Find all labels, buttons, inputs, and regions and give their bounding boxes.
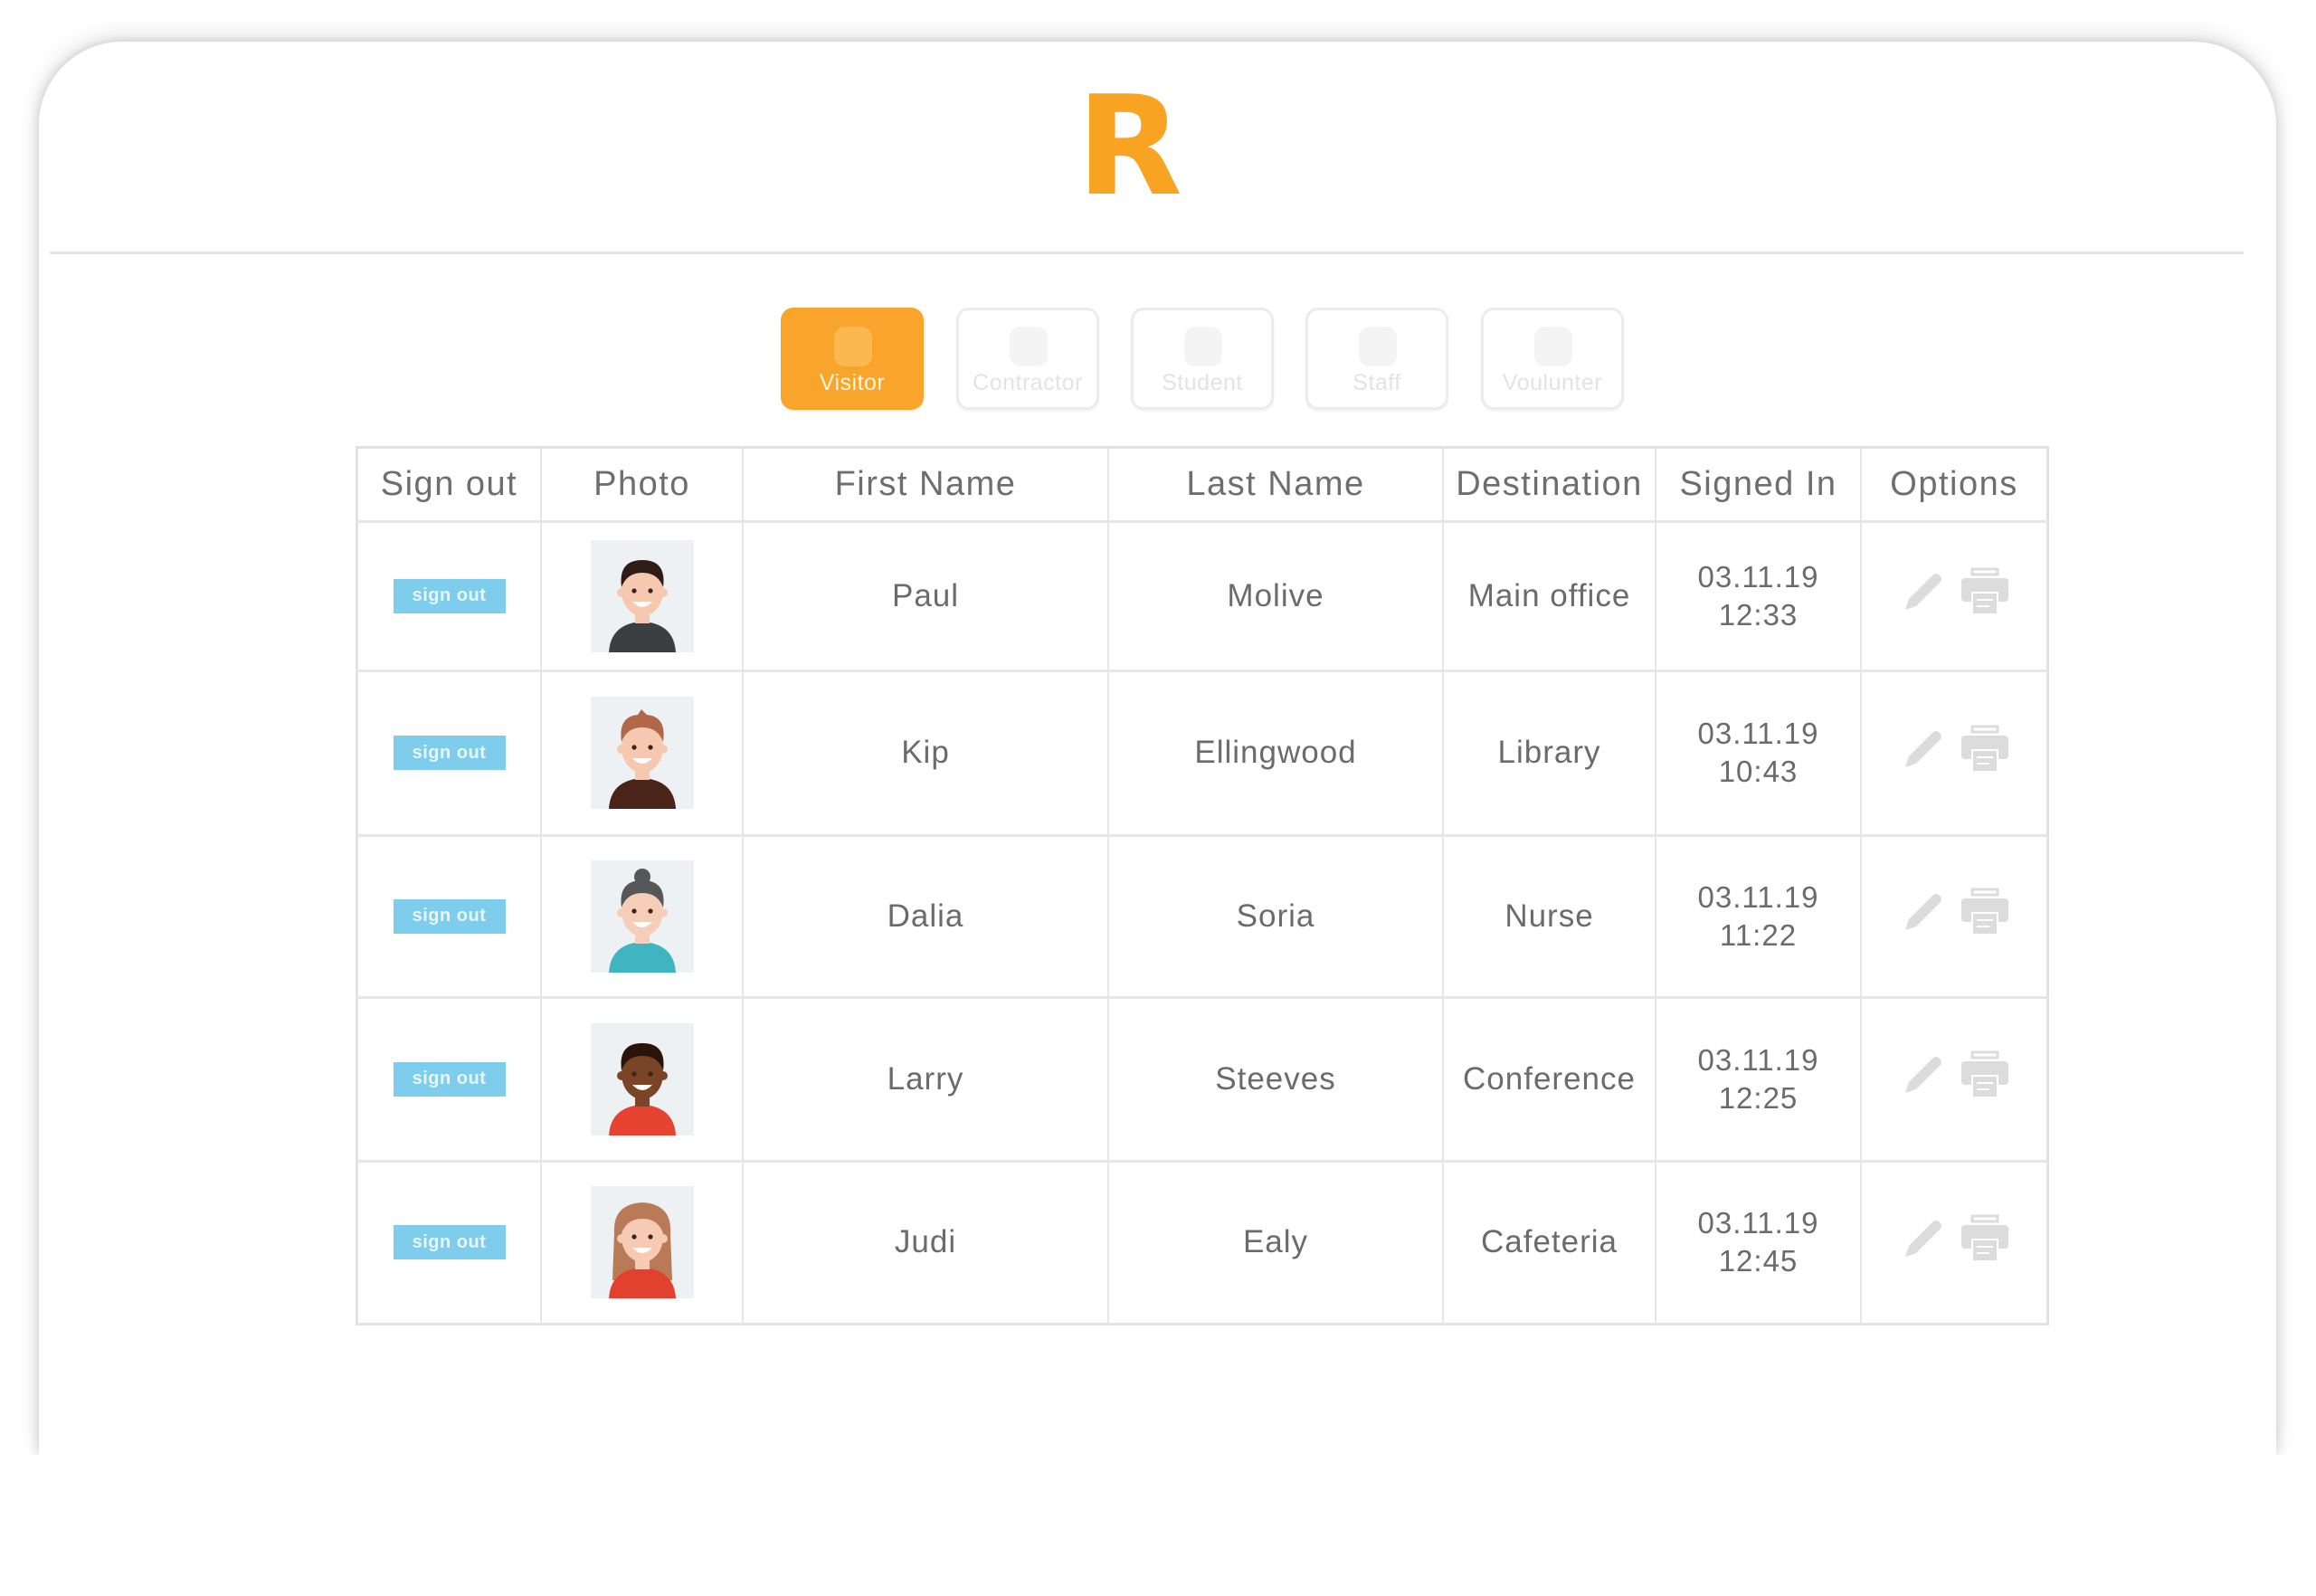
photo-cell xyxy=(541,1161,743,1324)
signed-in-cell: 03.11.19 12:25 xyxy=(1656,997,1861,1161)
sign-out-button[interactable]: sign out xyxy=(393,736,506,770)
signed-in-time: 11:22 xyxy=(1719,917,1798,952)
first-name-cell: Dalia xyxy=(887,898,964,934)
staff-icon xyxy=(1359,327,1397,366)
last-name-cell: Soria xyxy=(1236,898,1315,934)
volunteer-icon xyxy=(1534,327,1572,366)
signed-in-date: 03.11.19 xyxy=(1697,717,1819,750)
column-header-sign-out: Sign out xyxy=(380,465,518,503)
destination-cell: Library xyxy=(1497,735,1601,770)
first-name-cell: Kip xyxy=(901,735,950,770)
avatar xyxy=(590,1022,694,1135)
tab-staff[interactable]: Staff xyxy=(1305,308,1448,410)
sign-out-cell: sign out xyxy=(357,521,541,670)
photo-cell xyxy=(541,835,743,997)
column-header-destination: Destination xyxy=(1456,465,1643,503)
tab-label: Student xyxy=(1162,370,1243,395)
tab-label: Staff xyxy=(1353,370,1401,395)
signed-in-time: 12:45 xyxy=(1718,1244,1799,1278)
sign-out-cell: sign out xyxy=(357,1161,541,1324)
sign-out-button[interactable]: sign out xyxy=(393,578,506,613)
sign-out-cell: sign out xyxy=(357,835,541,997)
sign-out-button[interactable]: sign out xyxy=(393,1061,506,1097)
avatar xyxy=(590,860,694,973)
signed-in-cell: 03.11.19 11:22 xyxy=(1656,835,1861,997)
signed-in-date: 03.11.19 xyxy=(1697,1206,1819,1240)
column-header-last-name: Last Name xyxy=(1186,465,1365,503)
printer-icon[interactable] xyxy=(1960,888,2010,945)
destination-cell: Cafeteria xyxy=(1480,1224,1618,1259)
signed-in-cell: 03.11.19 12:33 xyxy=(1656,521,1861,670)
destination-cell: Nurse xyxy=(1504,898,1594,934)
card-cutoff xyxy=(0,1455,2316,1596)
column-header-first-name: First Name xyxy=(834,465,1017,503)
first-name-cell: Paul xyxy=(891,577,960,613)
printer-icon[interactable] xyxy=(1960,725,2010,782)
signed-in-date: 03.11.19 xyxy=(1697,1042,1819,1077)
sign-out-cell: sign out xyxy=(357,670,541,835)
avatar xyxy=(590,1186,694,1298)
avatar xyxy=(590,697,694,809)
options-cell xyxy=(1861,1161,2047,1324)
destination-cell: Conference xyxy=(1463,1060,1636,1097)
printer-icon[interactable] xyxy=(1960,1214,2010,1271)
tab-label: Voulunter xyxy=(1502,370,1603,395)
options-cell xyxy=(1861,521,2047,670)
tab-label: Visitor xyxy=(819,370,886,395)
tab-visitor[interactable]: Visitor xyxy=(781,308,924,410)
column-header-signed-in: Signed In xyxy=(1679,465,1837,503)
contractor-icon xyxy=(1010,327,1048,366)
sign-out-cell: sign out xyxy=(357,997,541,1161)
signed-in-cell: 03.11.19 10:43 xyxy=(1656,670,1861,835)
printer-icon[interactable] xyxy=(1960,567,2010,624)
brand-logo: R xyxy=(1077,66,1183,226)
signed-in-cell: 03.11.19 12:45 xyxy=(1656,1161,1861,1324)
first-name-cell: Judi xyxy=(894,1224,957,1259)
tab-contractor[interactable]: Contractor xyxy=(956,308,1099,410)
signed-in-time: 12:33 xyxy=(1718,597,1799,632)
sign-out-button[interactable]: sign out xyxy=(393,898,506,934)
column-header-photo: Photo xyxy=(593,465,690,503)
options-cell xyxy=(1861,835,2047,997)
photo-cell xyxy=(541,670,743,835)
signed-in-date: 03.11.19 xyxy=(1697,559,1819,594)
photo-cell xyxy=(541,997,743,1161)
signed-in-date: 03.11.19 xyxy=(1697,879,1819,914)
visitor-icon xyxy=(834,327,872,366)
tab-student[interactable]: Student xyxy=(1131,308,1274,410)
tab-label: Contractor xyxy=(973,370,1083,395)
pencil-icon[interactable] xyxy=(1898,888,1945,944)
first-name-cell: Larry xyxy=(887,1060,964,1097)
destination-cell: Main office xyxy=(1467,577,1631,613)
last-name-cell: Ellingwood xyxy=(1194,735,1357,770)
column-header-options: Options xyxy=(1890,465,2018,503)
pencil-icon[interactable] xyxy=(1898,1051,1945,1107)
student-icon xyxy=(1184,327,1222,366)
avatar xyxy=(590,539,694,652)
tab-volunteer[interactable]: Voulunter xyxy=(1481,308,1624,410)
last-name-cell: Ealy xyxy=(1242,1224,1309,1259)
printer-icon[interactable] xyxy=(1960,1050,2010,1107)
pencil-icon[interactable] xyxy=(1898,568,1945,623)
last-name-cell: Molive xyxy=(1227,577,1324,613)
sign-out-button[interactable]: sign out xyxy=(393,1225,506,1259)
options-cell xyxy=(1861,670,2047,835)
pencil-icon[interactable] xyxy=(1898,1215,1945,1270)
options-cell xyxy=(1861,997,2047,1161)
photo-cell xyxy=(541,521,743,670)
header-divider xyxy=(50,252,2244,254)
signed-in-time: 10:43 xyxy=(1718,755,1799,788)
signed-in-time: 12:25 xyxy=(1718,1080,1799,1115)
pencil-icon[interactable] xyxy=(1898,726,1945,781)
last-name-cell: Steeves xyxy=(1215,1060,1336,1097)
